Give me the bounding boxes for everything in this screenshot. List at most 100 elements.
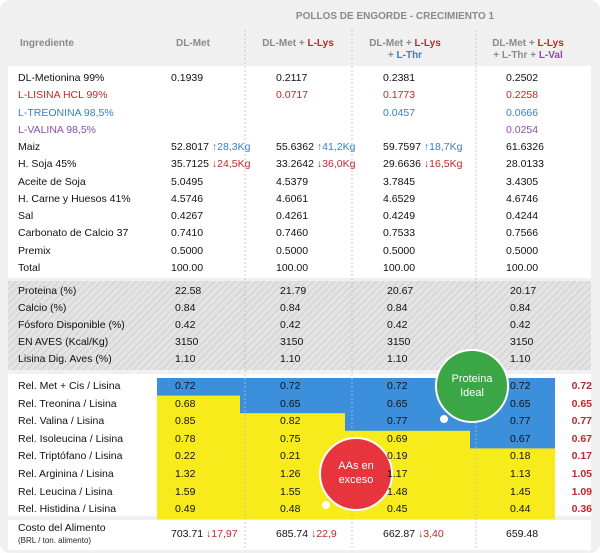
column-header-4: DL-Met + L-Lys + L-Thr + L-Val bbox=[468, 38, 588, 62]
ingredient-value: 0.2258 bbox=[506, 89, 538, 101]
value-text: 35.7125 bbox=[171, 158, 209, 171]
column-header-lys: L-Lys bbox=[537, 38, 564, 49]
ingredient-value: 100.00 bbox=[383, 262, 415, 274]
ratio-value: 0.48 bbox=[280, 503, 301, 516]
ingredient-label: DL-Metionina 99% bbox=[18, 72, 105, 84]
ingredient-value: 0.7566 bbox=[506, 227, 538, 239]
ingredient-value: 0.1939 bbox=[171, 72, 203, 84]
ingredient-value: 33.2642 ↓36,0Kg bbox=[276, 158, 355, 170]
nutrient-value: 21.79 bbox=[280, 285, 307, 297]
value-text: 0.5000 bbox=[506, 244, 539, 257]
nutrient-value: 0.84 bbox=[510, 302, 531, 314]
ratio-value: 1.45 bbox=[510, 485, 531, 498]
value-text: 0.7410 bbox=[171, 227, 204, 240]
change-text: 18,7Kg bbox=[429, 141, 463, 153]
ingredient-value: 4.6529 bbox=[383, 193, 415, 205]
ratio-zone-yellow bbox=[157, 501, 240, 520]
ingredient-value: 0.7410 bbox=[171, 227, 203, 239]
ingredient-value: 4.5379 bbox=[276, 176, 308, 188]
ratio-value: 0.72 bbox=[175, 380, 196, 392]
ideal-ratio-value: 0.17 bbox=[571, 450, 592, 463]
column-header-2: DL-Met + L-Lys bbox=[238, 38, 358, 50]
value-text: 4.6746 bbox=[506, 192, 539, 205]
nutrient-value: 3150 bbox=[510, 336, 534, 348]
ingredient-value: 0.5000 bbox=[383, 245, 415, 257]
ingredient-label: L-VALINA 98,5% bbox=[18, 123, 97, 136]
ideal-bubble-label: Proteina Ideal bbox=[437, 372, 507, 400]
ingredient-header: Ingrediente bbox=[20, 38, 74, 49]
ideal-ratio-value: 0.72 bbox=[571, 380, 592, 392]
value-text: 3.4305 bbox=[506, 175, 539, 188]
cost-value: 662.87 ↓3,40 bbox=[383, 528, 444, 540]
value-text: 0.0457 bbox=[383, 106, 416, 119]
ingredient-value: 5.0495 bbox=[171, 176, 203, 188]
nutrient-value: 1.10 bbox=[280, 353, 301, 365]
ratio-value: 0.78 bbox=[175, 432, 196, 445]
ratio-value: 0.21 bbox=[280, 450, 301, 463]
increase-arrow-icon: ↑ bbox=[208, 141, 218, 153]
value-text: 0.1773 bbox=[383, 89, 416, 102]
ratio-zone-yellow bbox=[157, 413, 240, 432]
ingredient-value: 4.6061 bbox=[276, 193, 308, 205]
nutrient-value: 20.17 bbox=[510, 285, 537, 297]
nutrient-label: Proteina (%) bbox=[18, 285, 77, 297]
cost-value: 685.74 ↓22,9 bbox=[276, 528, 337, 540]
nutrient-label: Calcio (%) bbox=[18, 302, 67, 314]
ratio-zone-yellow bbox=[157, 483, 240, 502]
decrease-arrow-icon: ↓ bbox=[313, 158, 323, 171]
ideal-ratio-value: 1.09 bbox=[571, 485, 592, 498]
bubble-line: exceso bbox=[338, 474, 374, 486]
ideal-ratio-value: 0.65 bbox=[571, 397, 592, 410]
column-header-lys: L-Lys bbox=[307, 38, 334, 49]
ratio-value: 1.59 bbox=[175, 485, 196, 498]
value-text: 29.6636 bbox=[383, 158, 421, 171]
ingredient-value: 0.2381 bbox=[383, 72, 415, 84]
ratio-zone-yellow bbox=[157, 395, 240, 414]
ingredient-label: Aceite de Soja bbox=[18, 175, 86, 188]
value-text: 0.7533 bbox=[383, 227, 416, 240]
ingredient-label: L-LISINA HCL 99% bbox=[18, 89, 108, 102]
ratio-zone-yellow bbox=[157, 466, 240, 485]
ingredient-value: 0.0717 bbox=[276, 89, 308, 101]
ideal-ratio-value: 0.67 bbox=[571, 432, 592, 445]
change-text: 17,97 bbox=[211, 528, 238, 540]
nutrient-value: 0.42 bbox=[175, 319, 196, 331]
value-text: 0.7566 bbox=[506, 227, 539, 240]
cost-label: Costo del Alimento bbox=[18, 522, 106, 534]
ingredient-value: 61.6326 bbox=[506, 141, 544, 153]
cost-value: 659.48 bbox=[506, 528, 538, 540]
column-header-1: DL-Met bbox=[133, 38, 253, 50]
ingredient-value: 0.4261 bbox=[276, 210, 308, 222]
column-header-text: DL-Met + bbox=[262, 38, 308, 49]
change-text: 41,2Kg bbox=[322, 141, 356, 153]
column-header-3: DL-Met + L-Lys + L-Thr bbox=[345, 38, 465, 62]
change-text: 3,40 bbox=[423, 528, 444, 540]
ingredient-value: 3.4305 bbox=[506, 176, 538, 188]
ratio-value: 1.48 bbox=[387, 485, 408, 498]
ingredient-label: Carbonato de Calcio 37 bbox=[18, 227, 129, 240]
nutrient-value: 20.67 bbox=[387, 285, 414, 297]
column-header-text: DL-Met + bbox=[369, 38, 415, 49]
nutrient-label: Fósforo Disponible (%) bbox=[18, 319, 125, 331]
ingredient-value: 0.0457 bbox=[383, 107, 415, 119]
value-text: 0.2381 bbox=[383, 72, 416, 84]
value-text: 0.7460 bbox=[276, 227, 309, 240]
ratio-zone-yellow bbox=[157, 430, 240, 449]
ingredient-value: 0.4244 bbox=[506, 210, 538, 222]
ingredient-label: L-TREONINA 98,5% bbox=[18, 106, 114, 119]
nutrient-value: 0.84 bbox=[387, 302, 408, 314]
ratio-label: Rel. Isoleucina / Lisina bbox=[18, 432, 124, 445]
increase-arrow-icon: ↑ bbox=[313, 141, 323, 153]
value-text: 0.2502 bbox=[506, 72, 539, 84]
ingredient-value: 0.5000 bbox=[276, 245, 308, 257]
bubble-line: Ideal bbox=[460, 387, 484, 399]
ratio-value: 0.72 bbox=[280, 380, 301, 392]
ratio-label: Rel. Histidina / Lisina bbox=[18, 503, 117, 516]
ingredient-value: 0.7533 bbox=[383, 227, 415, 239]
value-text: 0.4244 bbox=[506, 210, 539, 222]
nutrient-label: Lisina Dig. Aves (%) bbox=[18, 353, 112, 365]
ingredient-value: 3.7845 bbox=[383, 176, 415, 188]
value-text: 0.0717 bbox=[276, 89, 309, 102]
value-text: 0.0666 bbox=[506, 106, 539, 119]
ratio-label: Rel. Met + Cis / Lisina bbox=[18, 380, 121, 392]
